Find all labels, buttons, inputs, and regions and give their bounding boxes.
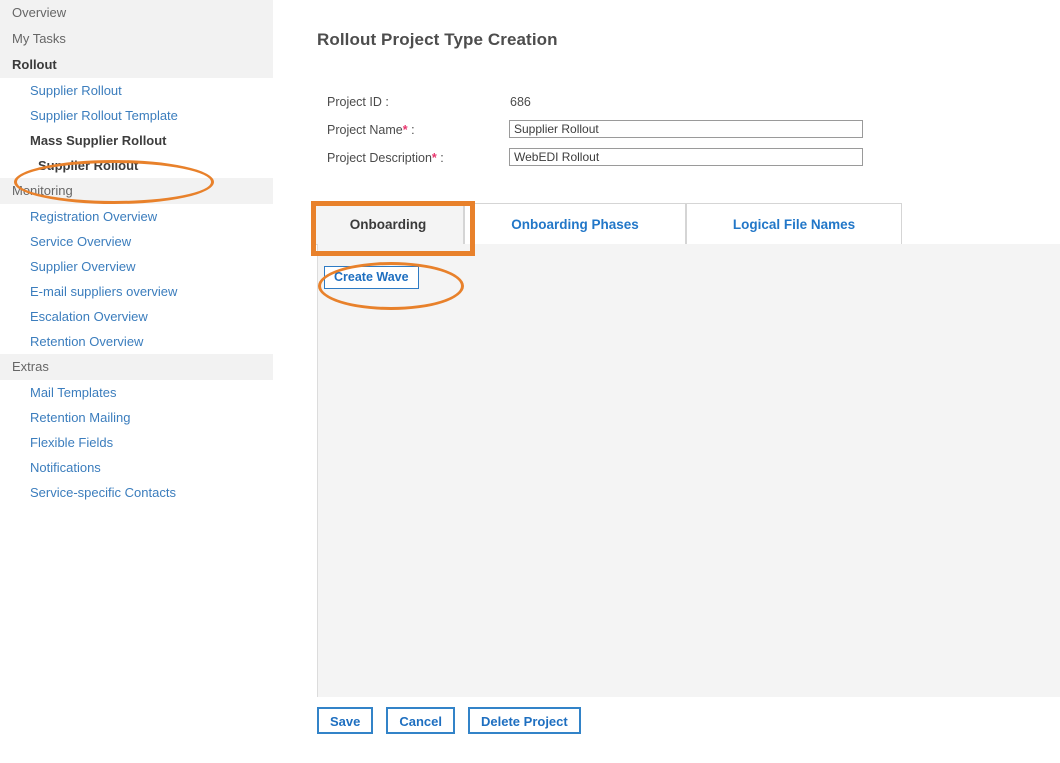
wave-list-area — [318, 342, 1060, 697]
nav-group-monitoring: Monitoring Registration Overview Service… — [0, 178, 300, 354]
project-description-label: Project Description* : — [327, 151, 444, 165]
project-id-label: Project ID : — [327, 95, 389, 109]
save-button[interactable]: Save — [317, 707, 374, 734]
sidebar-item-flexible-fields[interactable]: Flexible Fields — [0, 430, 300, 455]
project-name-label-text: Project Name — [327, 123, 403, 137]
sidebar-item-retention-mailing[interactable]: Retention Mailing — [0, 405, 300, 430]
sidebar-item-retention-overview[interactable]: Retention Overview — [0, 329, 300, 354]
nav-group-extras: Extras Mail Templates Retention Mailing … — [0, 354, 300, 505]
sidebar-section-rollout[interactable]: Rollout — [0, 52, 273, 78]
project-form: Project ID : 686 Project Name* : Project… — [300, 92, 1060, 176]
nav-group-rollout-links: Supplier Rollout Supplier Rollout Templa… — [0, 78, 300, 178]
project-description-label-text: Project Description — [327, 151, 432, 165]
sidebar-item-supplier-rollout-template[interactable]: Supplier Rollout Template — [0, 103, 300, 128]
form-action-bar: Save Cancel Delete Project — [317, 707, 594, 737]
tab-onboarding[interactable]: Onboarding — [312, 203, 464, 244]
application-root: Overview My Tasks Rollout Supplier Rollo… — [0, 0, 1060, 763]
sidebar-item-my-tasks[interactable]: My Tasks — [0, 26, 273, 52]
sidebar-item-service-specific-contacts[interactable]: Service-specific Contacts — [0, 480, 300, 505]
form-row-project-name: Project Name* : — [300, 120, 1060, 148]
nav-group-top: Overview My Tasks Rollout — [0, 0, 300, 78]
sidebar-item-mass-supplier-rollout[interactable]: Mass Supplier Rollout — [0, 128, 300, 153]
sidebar-item-registration-overview[interactable]: Registration Overview — [0, 204, 300, 229]
create-wave-button[interactable]: Create Wave — [324, 266, 419, 289]
sidebar-item-supplier-overview[interactable]: Supplier Overview — [0, 254, 300, 279]
sidebar-item-service-overview[interactable]: Service Overview — [0, 229, 300, 254]
sidebar-section-extras: Extras — [0, 354, 273, 380]
project-name-label: Project Name* : — [327, 123, 415, 137]
delete-project-button[interactable]: Delete Project — [468, 707, 581, 734]
sidebar-item-supplier-rollout-active[interactable]: Supplier Rollout — [0, 153, 300, 178]
panel-toolbar: Create Wave — [318, 244, 1060, 334]
sidebar-item-mail-templates[interactable]: Mail Templates — [0, 380, 300, 405]
tab-onboarding-phases[interactable]: Onboarding Phases — [464, 203, 686, 244]
sidebar-item-overview[interactable]: Overview — [0, 0, 273, 26]
sidebar-item-email-suppliers-overview[interactable]: E-mail suppliers overview — [0, 279, 300, 304]
main-content: Rollout Project Type Creation Project ID… — [300, 0, 1060, 763]
sidebar-navigation: Overview My Tasks Rollout Supplier Rollo… — [0, 0, 300, 763]
tab-logical-file-names[interactable]: Logical File Names — [686, 203, 902, 244]
project-name-input[interactable] — [509, 120, 863, 138]
form-row-project-id: Project ID : 686 — [300, 92, 1060, 120]
sidebar-item-notifications[interactable]: Notifications — [0, 455, 300, 480]
project-description-input[interactable] — [509, 148, 863, 166]
cancel-button[interactable]: Cancel — [386, 707, 456, 734]
tab-content-panel: Create Wave — [317, 244, 1060, 697]
sidebar-section-monitoring: Monitoring — [0, 178, 273, 204]
page-title: Rollout Project Type Creation — [317, 30, 558, 49]
project-name-label-suffix: : — [407, 123, 415, 137]
sidebar-item-escalation-overview[interactable]: Escalation Overview — [0, 304, 300, 329]
form-row-project-description: Project Description* : — [300, 148, 1060, 176]
tab-bar: Onboarding Onboarding Phases Logical Fil… — [312, 203, 1060, 245]
sidebar-item-supplier-rollout[interactable]: Supplier Rollout — [0, 78, 300, 103]
project-id-value: 686 — [510, 95, 531, 109]
project-description-label-suffix: : — [436, 151, 444, 165]
